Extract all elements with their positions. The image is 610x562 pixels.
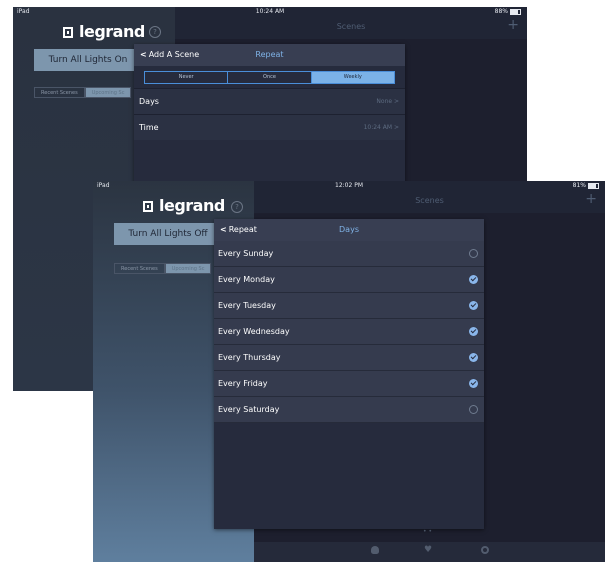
- battery-icon: [588, 182, 599, 189]
- clock: 10:24 AM: [255, 8, 285, 15]
- checkmark-icon: [469, 353, 478, 362]
- day-row-saturday[interactable]: Every Saturday: [214, 397, 484, 423]
- legrand-logo-icon: [63, 27, 73, 38]
- time-label: Time: [139, 123, 159, 132]
- add-scene-plus-icon[interactable]: +: [507, 18, 519, 32]
- days-modal: Days < Repeat Every Sunday Every Monday E…: [214, 219, 484, 529]
- day-row-wednesday[interactable]: Every Wednesday: [214, 319, 484, 345]
- days-value: None >: [376, 98, 399, 105]
- bulb-icon[interactable]: [371, 546, 379, 554]
- scenes-title: Scenes: [415, 196, 444, 205]
- add-scene-plus-icon[interactable]: +: [585, 192, 597, 206]
- unchecked-circle-icon: [469, 249, 478, 258]
- segment-never[interactable]: Never: [145, 72, 229, 83]
- help-icon[interactable]: ?: [149, 26, 161, 38]
- segment-weekly[interactable]: Weekly: [311, 72, 394, 83]
- scene-tabs: Recent Scenes Upcoming Sc: [114, 263, 212, 274]
- segment-once[interactable]: Once: [228, 72, 312, 83]
- day-row-thursday[interactable]: Every Thursday: [214, 345, 484, 371]
- day-row-sunday[interactable]: Every Sunday: [214, 241, 484, 267]
- bottom-tab-bar: ♥: [254, 542, 605, 562]
- time-row[interactable]: Time 10:24 AM >: [134, 114, 405, 140]
- checkmark-icon: [469, 379, 478, 388]
- day-row-monday[interactable]: Every Monday: [214, 267, 484, 293]
- clock: 12:02 PM: [335, 182, 363, 189]
- battery-indicator: 88%: [495, 8, 521, 15]
- legrand-logo: legrand: [143, 196, 225, 215]
- day-label: Every Sunday: [218, 249, 274, 258]
- checkmark-icon: [469, 301, 478, 310]
- battery-percent: 81%: [572, 182, 586, 189]
- heart-icon[interactable]: ♥: [424, 546, 432, 555]
- tab-upcoming-scenes[interactable]: Upcoming Sc: [84, 87, 132, 98]
- repeat-segmented-control: Never Once Weekly: [144, 71, 395, 84]
- days-label: Days: [139, 97, 159, 106]
- time-value: 10:24 AM >: [363, 124, 399, 131]
- day-label: Every Monday: [218, 275, 275, 284]
- tab-recent-scenes[interactable]: Recent Scenes: [34, 87, 85, 98]
- tab-upcoming-scenes[interactable]: Upcoming Sc: [164, 263, 212, 274]
- back-button-repeat[interactable]: < Repeat: [220, 219, 257, 241]
- scenes-title: Scenes: [336, 22, 366, 31]
- day-label: Every Tuesday: [218, 301, 276, 310]
- tab-recent-scenes[interactable]: Recent Scenes: [114, 263, 165, 274]
- turn-all-lights-off-button[interactable]: Turn All Lights Off: [114, 223, 222, 245]
- gear-icon[interactable]: [481, 546, 489, 554]
- screenshot-days: legrand ? Turn All Lights Off Recent Sce…: [93, 181, 605, 562]
- legrand-logo: legrand: [63, 22, 145, 41]
- days-row[interactable]: Days None >: [134, 88, 405, 114]
- page-indicator: • •: [423, 528, 432, 535]
- back-button-add-a-scene[interactable]: < Add A Scene: [140, 44, 199, 66]
- checkmark-icon: [469, 275, 478, 284]
- day-row-friday[interactable]: Every Friday: [214, 371, 484, 397]
- chevron-left-icon: <: [220, 225, 227, 234]
- battery-icon: [510, 8, 521, 15]
- modal-header: Repeat < Add A Scene: [134, 44, 405, 66]
- modal-header: Days < Repeat: [214, 219, 484, 241]
- status-bar: iPad 10:24 AM 88%: [13, 7, 527, 18]
- unchecked-circle-icon: [469, 405, 478, 414]
- chevron-left-icon: <: [140, 50, 147, 59]
- help-icon[interactable]: ?: [231, 201, 243, 213]
- checkmark-icon: [469, 327, 478, 336]
- legrand-logo-icon: [143, 201, 153, 212]
- day-label: Every Friday: [218, 379, 268, 388]
- day-row-tuesday[interactable]: Every Tuesday: [214, 293, 484, 319]
- scene-tabs: Recent Scenes Upcoming Sc: [34, 87, 132, 98]
- battery-percent: 88%: [494, 8, 508, 15]
- day-label: Every Wednesday: [218, 327, 290, 336]
- day-label: Every Thursday: [218, 353, 281, 362]
- battery-indicator: 81%: [573, 182, 599, 189]
- day-label: Every Saturday: [218, 405, 280, 414]
- status-bar: iPad 12:02 PM 81%: [93, 181, 605, 192]
- turn-all-lights-on-button[interactable]: Turn All Lights On: [34, 49, 142, 71]
